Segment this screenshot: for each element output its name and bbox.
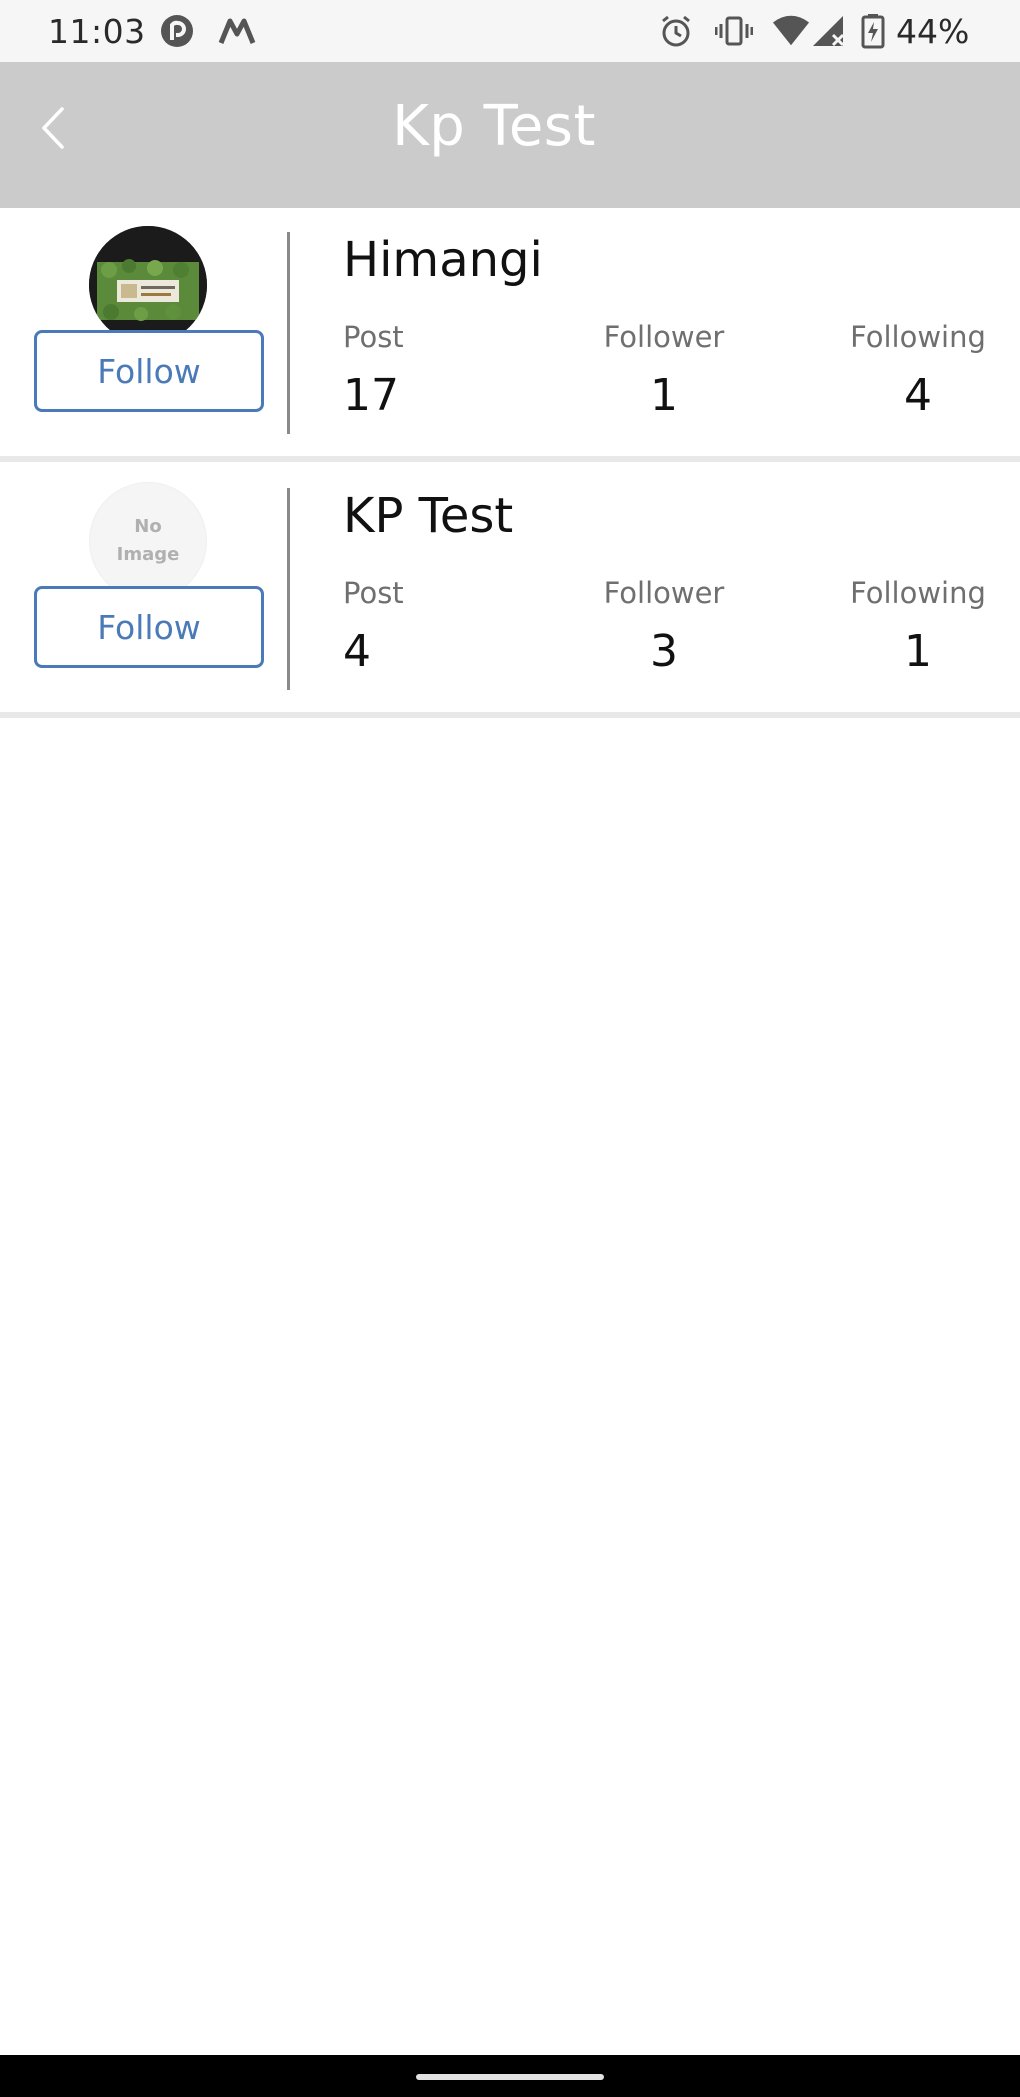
battery-percentage: 44%: [896, 12, 970, 51]
following-count[interactable]: 1: [848, 626, 988, 677]
list-item: Follow Himangi Post 17 Follower 1 Follow…: [0, 208, 1020, 456]
status-bar: 11:03 44%: [0, 0, 1020, 62]
follow-button[interactable]: Follow: [34, 586, 264, 668]
row-divider: [0, 456, 1020, 462]
navigation-bar: [0, 2055, 1020, 2097]
row-divider: [0, 712, 1020, 718]
follow-button[interactable]: Follow: [34, 330, 264, 412]
list-item: No Image Follow KP Test Post 4 Follower …: [0, 464, 1020, 712]
post-label: Post: [343, 320, 404, 354]
vertical-divider: [287, 232, 290, 434]
app-bar: Kp Test: [0, 62, 1020, 208]
vibrate-icon: [715, 13, 753, 49]
status-time: 11:03: [48, 12, 146, 51]
post-label: Post: [343, 576, 404, 610]
avatar-placeholder-text: Image: [116, 544, 180, 565]
avatar-placeholder[interactable]: No Image: [89, 482, 207, 600]
follower-count[interactable]: 3: [594, 626, 734, 677]
wifi-icon: [772, 13, 810, 49]
home-indicator[interactable]: [416, 2074, 604, 2080]
alarm-icon: [657, 13, 695, 49]
avatar[interactable]: [89, 226, 207, 344]
post-count[interactable]: 4: [343, 626, 371, 677]
post-count[interactable]: 17: [343, 370, 399, 421]
following-count[interactable]: 4: [848, 370, 988, 421]
following-label: Following: [850, 576, 986, 610]
pocket-casts-icon: [160, 14, 194, 48]
user-name[interactable]: KP Test: [343, 488, 513, 544]
profile-photo: [89, 226, 207, 344]
avatar-placeholder-text: No: [134, 516, 162, 537]
signal-icon: [810, 13, 848, 49]
vertical-divider: [287, 488, 290, 690]
follower-count[interactable]: 1: [594, 370, 734, 421]
follower-label: Follower: [603, 576, 725, 610]
user-name[interactable]: Himangi: [343, 232, 543, 288]
battery-charging-icon: [858, 13, 888, 49]
mi-icon: [218, 14, 256, 48]
page-title: Kp Test: [392, 94, 596, 159]
follower-label: Follower: [603, 320, 725, 354]
following-label: Following: [850, 320, 986, 354]
